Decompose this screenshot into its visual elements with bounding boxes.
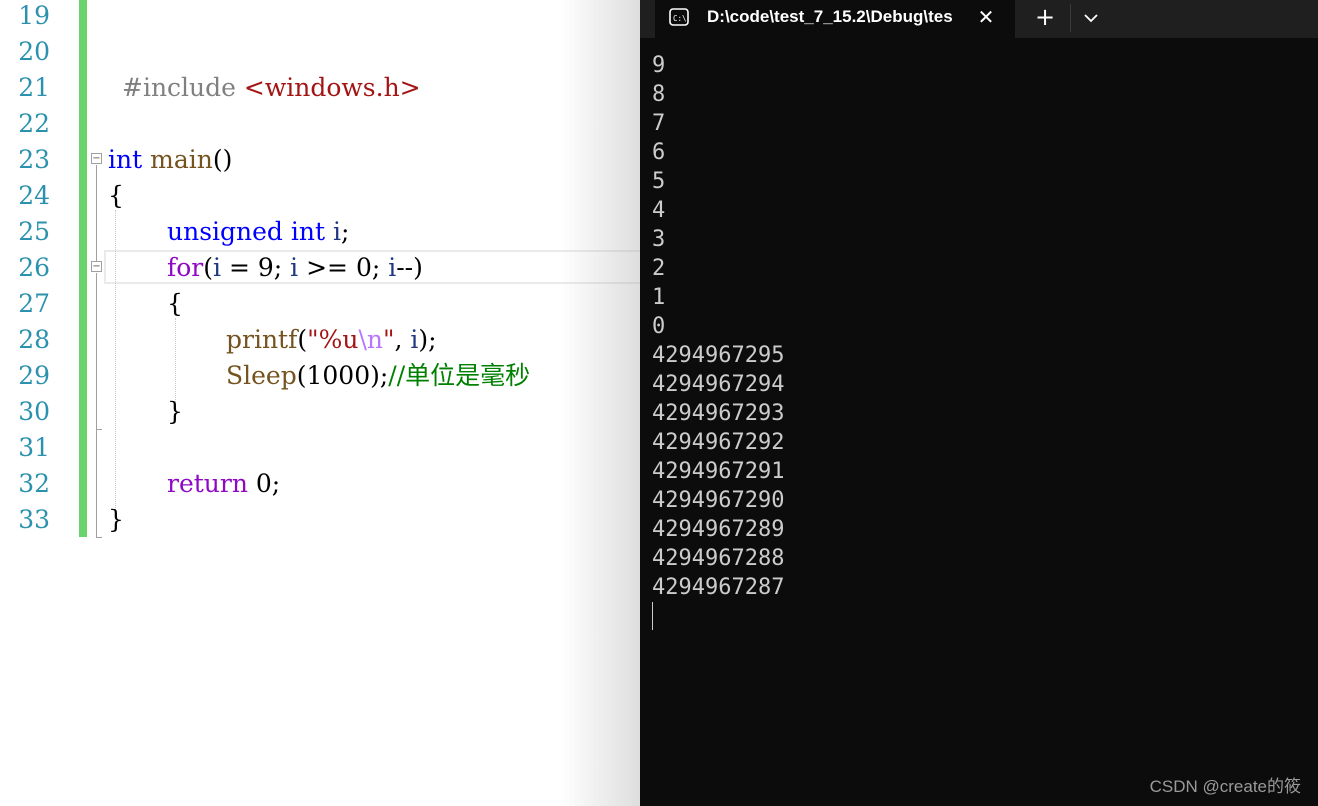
output-line: 7 xyxy=(652,111,666,136)
output-line: 4294967288 xyxy=(652,546,785,571)
output-line: 4294967291 xyxy=(652,459,785,484)
output-line: 4294967294 xyxy=(652,372,785,397)
line-number: 23 xyxy=(18,145,50,174)
output-line: 4294967287 xyxy=(652,575,785,600)
text-cursor xyxy=(652,602,653,630)
line-number: 21 xyxy=(18,73,50,102)
code-line[interactable]: 26 for(i = 9; i >= 0; i--) xyxy=(0,250,640,286)
titlebar-divider xyxy=(1070,4,1071,32)
line-number: 30 xyxy=(18,397,50,426)
code-line[interactable]: 23 int main() xyxy=(0,142,640,178)
code-line[interactable]: 21 #include <windows.h> xyxy=(0,70,640,106)
line-number: 31 xyxy=(18,433,50,462)
output-line: 4294967292 xyxy=(652,430,785,455)
code-line[interactable]: 19 xyxy=(0,0,640,34)
line-number: 27 xyxy=(18,289,50,318)
line-number: 22 xyxy=(18,109,50,138)
terminal-titlebar[interactable]: C:\ D:\code\test_7_15.2\Debug\test_7_15.… xyxy=(640,0,1318,38)
terminal-tab[interactable]: C:\ D:\code\test_7_15.2\Debug\test_7_15.… xyxy=(655,0,1015,38)
line-number: 26 xyxy=(18,253,50,282)
for-loop-header: for(i = 9; i >= 0; i--) xyxy=(167,253,423,282)
svg-text:C:\: C:\ xyxy=(673,14,687,23)
output-line: 4294967295 xyxy=(652,343,785,368)
line-number: 24 xyxy=(18,181,50,210)
code-line[interactable]: 28 printf("%u\n", i); xyxy=(0,322,640,358)
output-line: 9 xyxy=(652,53,666,78)
open-brace: { xyxy=(108,181,124,210)
output-line: 8 xyxy=(652,82,666,107)
output-line: 4294967289 xyxy=(652,517,785,542)
code-line[interactable]: 29 Sleep(1000);//单位是毫秒 xyxy=(0,358,640,394)
main-signature: int main() xyxy=(108,145,233,174)
code-line[interactable]: 32 return 0; xyxy=(0,466,640,502)
line-number: 19 xyxy=(18,1,50,30)
terminal-icon: C:\ xyxy=(669,8,689,26)
code-line[interactable]: 25 unsigned int i; xyxy=(0,214,640,250)
output-line: 4294967293 xyxy=(652,401,785,426)
output-line: 0 xyxy=(652,314,666,339)
code-line[interactable]: 20 xyxy=(0,34,640,70)
line-number: 20 xyxy=(18,37,50,66)
line-number: 32 xyxy=(18,469,50,498)
include-directive: #include <windows.h> xyxy=(122,73,421,102)
terminal-window[interactable]: C:\ D:\code\test_7_15.2\Debug\test_7_15.… xyxy=(640,0,1318,806)
output-line: 2 xyxy=(652,256,666,281)
output-line: 5 xyxy=(652,169,666,194)
watermark: CSDN @create的筱 xyxy=(1149,777,1301,796)
variable-declaration: unsigned int i; xyxy=(167,217,350,246)
code-line[interactable]: 31 xyxy=(0,430,640,466)
code-editor[interactable]: − − 19 20 21 #include <windows.h> 22 23 … xyxy=(0,0,640,806)
close-brace: } xyxy=(167,397,183,426)
line-number: 33 xyxy=(18,505,50,534)
printf-call: printf("%u\n", i); xyxy=(226,325,437,354)
line-number: 28 xyxy=(18,325,50,354)
terminal-output: 9 8 7 6 5 4 3 2 1 0 4294967295 429496729… xyxy=(652,51,784,602)
code-line[interactable]: 22 xyxy=(0,106,640,142)
code-line[interactable]: 30 } xyxy=(0,394,640,430)
line-number: 29 xyxy=(18,361,50,390)
new-tab-button[interactable]: + xyxy=(1030,3,1060,31)
code-line[interactable]: 33 } xyxy=(0,502,640,538)
code-line[interactable]: 27 { xyxy=(0,286,640,322)
line-number: 25 xyxy=(18,217,50,246)
close-brace: } xyxy=(108,505,124,534)
window-edge-shadow xyxy=(560,0,640,806)
output-line: 6 xyxy=(652,140,666,165)
output-line: 3 xyxy=(652,227,666,252)
sleep-call: Sleep(1000);//单位是毫秒 xyxy=(226,361,531,390)
close-icon[interactable]: ✕ xyxy=(973,4,999,30)
return-statement: return 0; xyxy=(167,469,281,498)
output-line: 1 xyxy=(652,285,666,310)
code-line[interactable]: 24 { xyxy=(0,178,640,214)
output-line: 4294967290 xyxy=(652,488,785,513)
output-line: 4 xyxy=(652,198,666,223)
open-brace: { xyxy=(167,289,183,318)
tab-title: D:\code\test_7_15.2\Debug\test_7_15.2.ex… xyxy=(707,7,952,26)
chevron-down-icon[interactable] xyxy=(1077,4,1105,32)
